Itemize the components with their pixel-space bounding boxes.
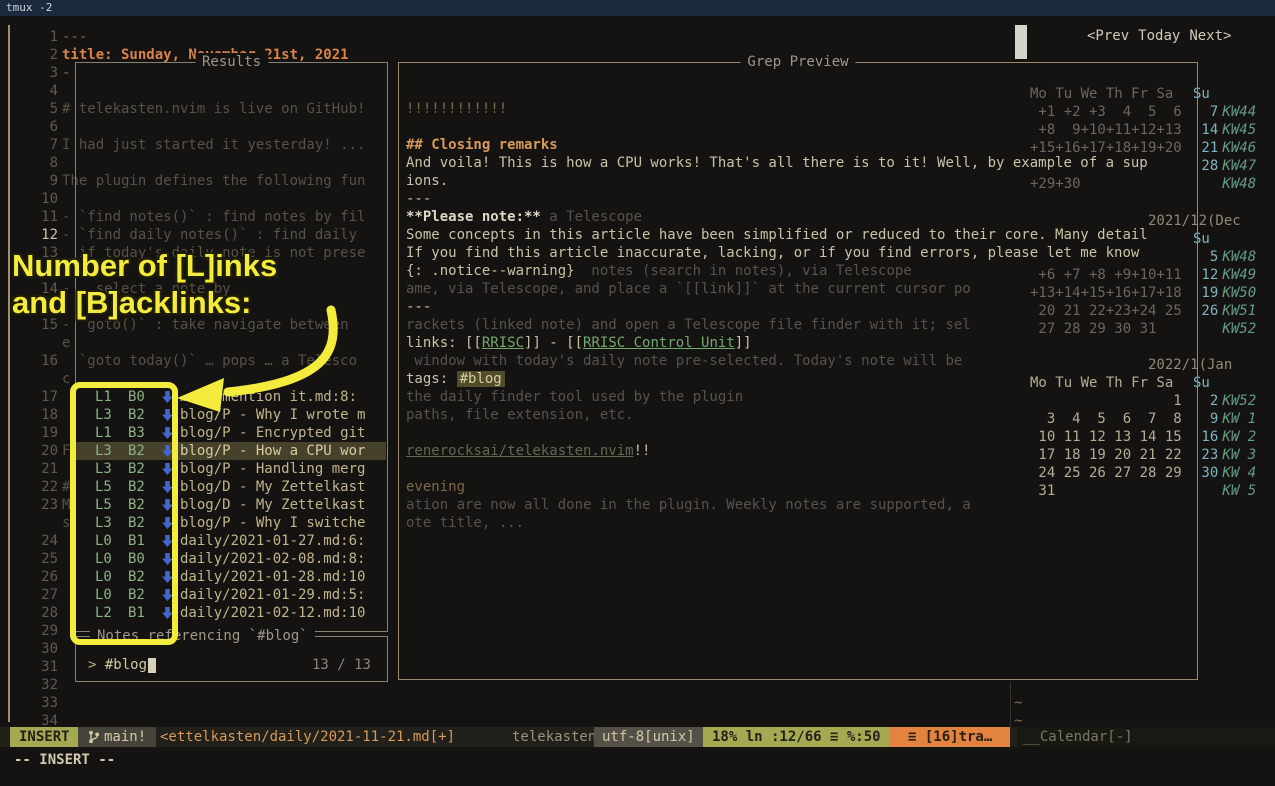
preview-line: Some concepts in this article have been … xyxy=(406,226,1194,244)
links-separator: ]] - [[ xyxy=(524,335,583,351)
text-cursor xyxy=(148,658,156,673)
preview-line: window with today's daily note pre-selec… xyxy=(406,352,1194,370)
calendar-november-weeks: KW44 KW45 KW46 KW47 KW48 xyxy=(1214,85,1256,193)
preview-repo-line: renerocksai/telekasten.nvim!! xyxy=(406,442,1194,460)
results-counter: 13 / 13 xyxy=(312,656,371,674)
dim-bleed-text: notes (search in notes), via Telescope xyxy=(575,263,912,279)
calendar-nav: <Prev Today Next> xyxy=(1087,27,1231,45)
calendar-statusline: __Calendar[-] xyxy=(1017,727,1275,747)
result-label: blog/D - My Zettelkast xyxy=(180,478,365,496)
buffer-line-3: - xyxy=(62,64,70,82)
empty-line-tilde: ~ xyxy=(1014,694,1022,712)
statusline: INSERT main! <ettelkasten/daily/2021-11-… xyxy=(0,727,1017,747)
preview-content: !!!!!!!!!!!! ## Closing remarks And voil… xyxy=(406,100,1194,532)
repo-suffix: !! xyxy=(634,443,651,459)
preview-line: If you find this article inaccurate, lac… xyxy=(406,244,1194,262)
wiki-link: RRISC Control Unit xyxy=(583,335,735,351)
annotation-line-2: and [B]acklinks: xyxy=(12,284,277,321)
tags-label: tags: xyxy=(406,371,457,387)
annotation-highlight-box xyxy=(70,382,178,645)
cursor-line-number: 12 xyxy=(30,226,58,244)
line-number-gutter: 1 2 3 4 5 6 7 8 9 10 11 13 14 15 16 17 1… xyxy=(30,28,58,730)
dim-bleed-text: a Telescope xyxy=(541,209,642,225)
preview-line: ions. xyxy=(406,172,1194,190)
buffer-line-1: --- xyxy=(62,28,87,46)
repo-link: renerocksai/telekasten.nvim xyxy=(406,443,634,459)
notice-tag: {: .notice--warning} xyxy=(406,263,575,279)
preview-window-title: Grep Preview xyxy=(740,53,855,71)
preview-line: rackets (linked note) and open a Telesco… xyxy=(406,316,1194,334)
filename: <ettelkasten/daily/2021-11-21.md[+] xyxy=(160,727,455,747)
result-label: daily/2021-01-29.md:5: xyxy=(180,586,365,604)
preview-line xyxy=(406,460,1194,478)
tag-highlight: #blog xyxy=(457,371,505,387)
search-prompt[interactable]: > #blog xyxy=(88,656,156,674)
preview-line: And voila! This is how a CPU works! That… xyxy=(406,154,1194,172)
preview-line xyxy=(406,424,1194,442)
links-label: links: [[ xyxy=(406,335,482,351)
preview-line: ame, via Telescope, and place a `[[link]… xyxy=(406,280,1194,298)
preview-heading: ## Closing remarks xyxy=(406,136,1194,154)
result-label: blog/P - How a CPU wor xyxy=(180,442,365,460)
preview-line: {: .notice--warning} notes (search in no… xyxy=(406,262,1194,280)
search-query: #blog xyxy=(105,657,147,673)
preview-tags-line: tags: #blog xyxy=(406,370,1194,388)
preview-line: !!!!!!!!!!!! xyxy=(406,100,1194,118)
statusline-center: telekasten xyxy=(512,727,596,747)
preview-divider: --- xyxy=(406,190,1194,208)
calendar-january-weeks: KW52 KW 1 KW 2 KW 3 KW 4 KW 5 xyxy=(1214,374,1256,500)
tmux-title-bar: tmux -2 xyxy=(0,0,1275,16)
result-label: … i mention it.md:8: xyxy=(180,388,357,406)
window-separator-lower xyxy=(1010,682,1011,727)
cursor-position: 18% ln :12/66 ≡ %:50 xyxy=(703,727,890,747)
git-branch: main! xyxy=(78,727,156,747)
tab-indicator: ≡ [16]tra… xyxy=(890,727,1010,747)
calendar-next-button[interactable]: Next> xyxy=(1189,27,1231,45)
bold-note-label: **Please note:** xyxy=(406,209,541,225)
result-label: daily/2021-02-08.md:8: xyxy=(180,550,365,568)
git-branch-name: main! xyxy=(104,727,146,747)
preview-line: ation are now all done in the plugin. We… xyxy=(406,496,1194,514)
terminal-screen: tmux -2 1 2 3 4 5 6 7 8 9 10 11 13 14 15… xyxy=(0,0,1275,786)
preview-line: the daily finder tool used by the plugin xyxy=(406,388,1194,406)
mode-message: -- INSERT -- xyxy=(14,751,115,769)
result-label: daily/2021-01-28.md:10 xyxy=(180,568,365,586)
preview-line xyxy=(406,118,1194,136)
result-label: blog/D - My Zettelkast xyxy=(180,496,365,514)
result-label: blog/P - Why I switche xyxy=(180,514,365,532)
calendar-today-button[interactable]: Today xyxy=(1138,27,1180,45)
result-label: daily/2021-01-27.md:6: xyxy=(180,532,365,550)
calendar-prev-button[interactable]: <Prev xyxy=(1087,27,1129,45)
results-window-title: Results xyxy=(195,53,268,71)
links-close: ]] xyxy=(735,335,752,351)
git-branch-icon xyxy=(88,730,100,744)
pane-border xyxy=(8,25,10,722)
result-label: blog/P - Handling merg xyxy=(180,460,365,478)
preview-line: **Please note:** a Telescope xyxy=(406,208,1194,226)
preview-divider: --- xyxy=(406,298,1194,316)
result-label: blog/P - Encrypted git xyxy=(180,424,365,442)
preview-line: ote title, ... xyxy=(406,514,1194,532)
annotation-line-1: Number of [L]inks xyxy=(12,247,277,284)
prompt-prefix: > xyxy=(88,657,105,673)
preview-line: paths, file extension, etc. xyxy=(406,406,1194,424)
wiki-link: RRISC xyxy=(482,335,524,351)
annotation-text: Number of [L]inks and [B]acklinks: xyxy=(12,247,277,321)
calendar-december-weeks: KW48 KW49 KW50 KW51 KW52 xyxy=(1214,230,1256,338)
preview-line: evening xyxy=(406,478,1194,496)
mode-indicator: INSERT xyxy=(10,727,79,747)
result-label: blog/P - Why I wrote m xyxy=(180,406,365,424)
preview-links-line: links: [[RRISC]] - [[RRISC Control Unit]… xyxy=(406,334,1194,352)
window-separator xyxy=(1015,25,1027,59)
result-label: daily/2021-02-12.md:10 xyxy=(180,604,365,622)
encoding-indicator: utf-8[unix] xyxy=(594,727,703,747)
